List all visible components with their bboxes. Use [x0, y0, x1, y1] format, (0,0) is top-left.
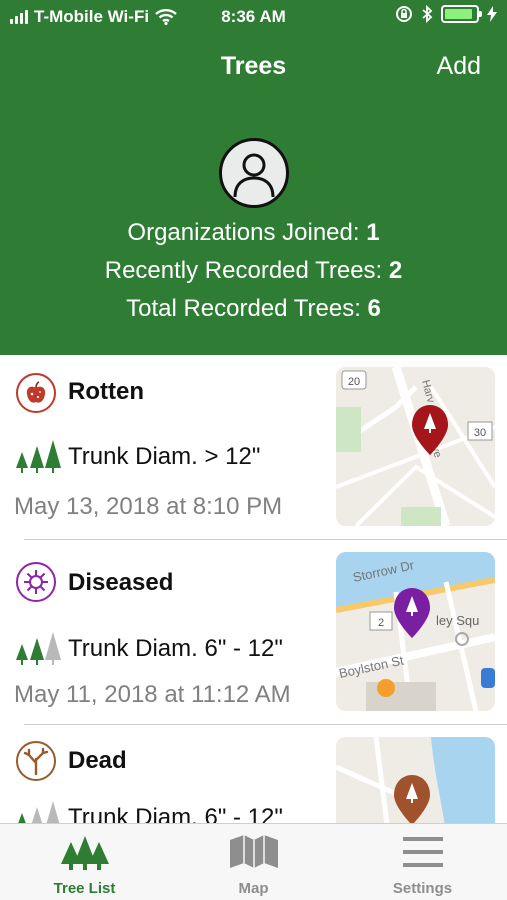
tab-label: Settings — [392, 880, 453, 897]
status-right — [395, 5, 497, 23]
tree-size-icon — [16, 632, 61, 665]
page-title: Trees — [220, 52, 287, 80]
apple-rot-icon — [16, 373, 56, 413]
condition-label: Diseased — [68, 569, 174, 596]
trunk-diameter-label: Trunk Diam. 6" - 12" — [68, 635, 283, 662]
total-trees-value: 6 — [367, 295, 381, 322]
tree-list[interactable]: Rotten Trunk Diam. > 12" May 13, 2018 at… — [0, 355, 507, 823]
recent-trees-stat: Recently Recorded Trees: 2 — [0, 252, 507, 290]
battery-level — [445, 9, 472, 19]
tree-size-icon — [16, 440, 61, 473]
total-trees-stat: Total Recorded Trees: 6 — [0, 290, 507, 328]
tab-bar: Tree List Map Settings — [0, 823, 507, 900]
user-icon — [233, 153, 275, 198]
charging-icon — [487, 6, 497, 22]
tab-map[interactable]: Map — [169, 824, 338, 900]
recent-trees-value: 2 — [388, 257, 403, 284]
orgs-joined-label: Organizations Joined: — [127, 219, 367, 246]
tab-label: Tree List — [53, 880, 116, 897]
menu-icon — [402, 837, 443, 867]
trunk-diameter-label: Trunk Diam. 6" - 12" — [68, 804, 283, 823]
total-trees-label: Total Recorded Trees: — [126, 295, 368, 322]
condition-label: Dead — [68, 747, 127, 774]
trunk-diameter-label: Trunk Diam. > 12" — [68, 443, 261, 470]
map-thumbnail[interactable]: Storrow Dr 2 ley Squ Boylston St — [336, 552, 495, 711]
recorded-date: May 11, 2018 at 11:12 AM — [14, 681, 291, 708]
header-panel: T-Mobile Wi-Fi 8:36 AM Trees Add Organiz… — [0, 0, 507, 355]
battery-icon — [441, 5, 482, 23]
map-road-label: 30 — [474, 427, 486, 439]
virus-icon — [16, 562, 56, 602]
orientation-lock-icon — [396, 6, 412, 22]
condition-label: Rotten — [68, 378, 144, 405]
tree-list-item[interactable]: Dead Trunk Diam. 6" - 12" — [0, 725, 507, 823]
tab-settings[interactable]: Settings — [338, 824, 507, 900]
map-road-label: 2 — [378, 617, 384, 629]
map-road-label: 20 — [348, 376, 360, 388]
bluetooth-icon — [422, 5, 433, 23]
dead-tree-icon — [16, 741, 56, 781]
tab-label: Map — [238, 880, 269, 897]
tree-list-item[interactable]: Diseased Trunk Diam. 6" - 12" May 11, 20… — [0, 540, 507, 725]
map-thumbnail[interactable] — [336, 737, 495, 823]
map-icon — [229, 835, 278, 868]
orgs-joined-value: 1 — [366, 219, 380, 246]
map-place-label: ley Squ — [436, 613, 479, 628]
map-thumbnail[interactable]: 20 30 Harv ve — [336, 367, 495, 526]
status-bar: T-Mobile Wi-Fi 8:36 AM — [0, 0, 507, 36]
tree-size-icon — [18, 801, 60, 823]
avatar[interactable] — [219, 138, 289, 208]
profile-stats: Organizations Joined: 1 Recently Recorde… — [0, 214, 507, 328]
tree-list-item[interactable]: Rotten Trunk Diam. > 12" May 13, 2018 at… — [0, 355, 507, 540]
add-button[interactable]: Add — [437, 52, 481, 81]
orgs-joined-stat: Organizations Joined: 1 — [0, 214, 507, 252]
trees-icon — [60, 836, 109, 870]
recent-trees-label: Recently Recorded Trees: — [104, 257, 389, 284]
tab-tree-list[interactable]: Tree List — [0, 824, 169, 900]
recorded-date: May 13, 2018 at 8:10 PM — [14, 493, 283, 520]
